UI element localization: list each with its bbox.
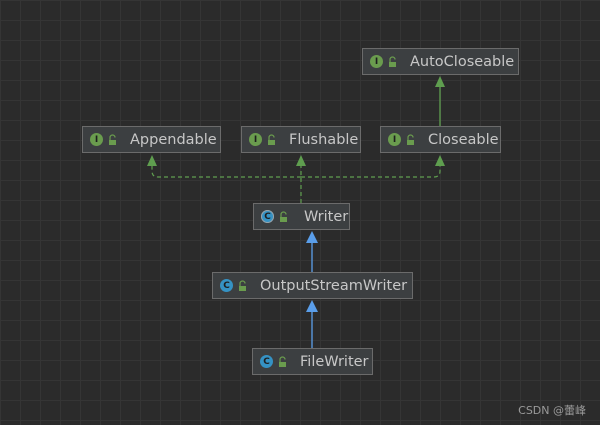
arrowhead-writer [306, 231, 318, 243]
public-lock-icon [239, 279, 246, 291]
node-appendable[interactable]: I Appendable [82, 126, 221, 153]
arrowhead-flushable [296, 155, 306, 166]
watermark: CSDN @蕾峰 [518, 404, 586, 417]
interface-icon: I [90, 133, 103, 146]
node-autocloseable[interactable]: I AutoCloseable [362, 48, 519, 75]
edge-writer-appendable [151, 163, 301, 178]
node-closeable[interactable]: I Closeable [380, 126, 501, 153]
node-label: OutputStreamWriter [260, 277, 408, 294]
node-label: Flushable [289, 131, 359, 148]
public-lock-icon [280, 210, 287, 222]
node-label: Appendable [130, 131, 217, 148]
class-icon: C [260, 355, 273, 368]
node-filewriter[interactable]: C FileWriter [252, 348, 373, 375]
node-writer[interactable]: C Writer [253, 203, 350, 230]
node-outputstreamwriter[interactable]: C OutputStreamWriter [212, 272, 413, 299]
public-lock-icon [279, 355, 286, 367]
public-lock-icon [109, 133, 116, 145]
interface-icon: I [370, 55, 383, 68]
node-flushable[interactable]: I Flushable [241, 126, 361, 153]
class-icon: C [220, 279, 233, 292]
node-label: AutoCloseable [410, 53, 515, 70]
interface-icon: I [388, 133, 401, 146]
node-label: Closeable [428, 131, 499, 148]
arrowhead-outputstreamwriter [306, 300, 318, 312]
edge-writer-closeable [301, 163, 441, 178]
node-label: FileWriter [300, 353, 369, 370]
abstract-class-icon: C [261, 210, 274, 223]
public-lock-icon [389, 55, 396, 67]
node-label: Writer [304, 208, 349, 225]
arrowhead-closeable [435, 155, 445, 166]
arrowhead-appendable [147, 155, 157, 166]
public-lock-icon [268, 133, 275, 145]
public-lock-icon [407, 133, 414, 145]
interface-icon: I [249, 133, 262, 146]
arrowhead-autocloseable [435, 76, 445, 87]
